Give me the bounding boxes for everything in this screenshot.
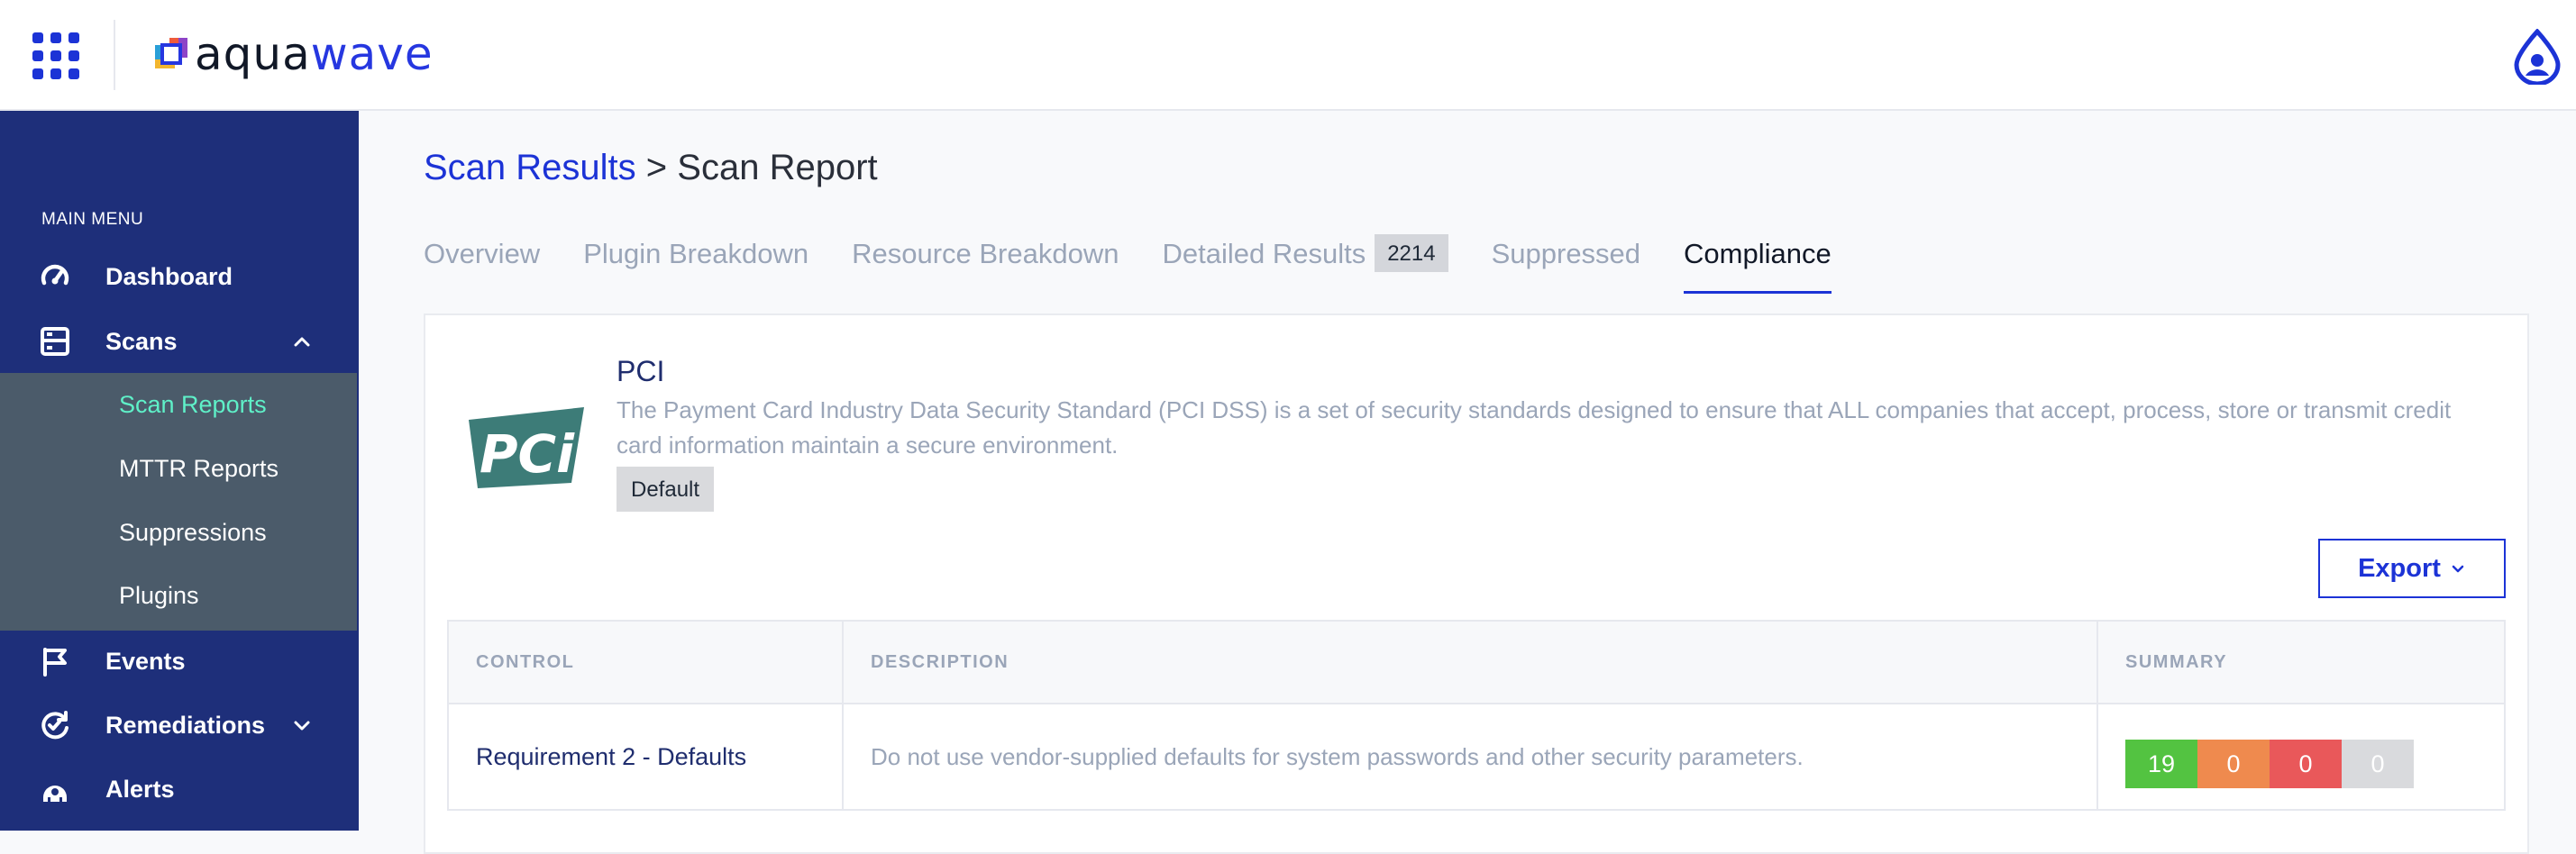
sidebar-subitem-mttr-reports[interactable]: MTTR Reports [119,455,279,483]
description-cell: Do not use vendor-supplied defaults for … [844,704,2098,809]
summary-pass-count[interactable]: 19 [2125,740,2197,788]
chevron-down-icon [2452,565,2464,573]
top-bar: aquawave [0,0,2576,111]
tab-label: Detailed Results [1162,238,1366,269]
main-menu-heading: MAIN MENU [41,210,144,229]
alert-icon [43,786,67,802]
standard-title: PCI [617,355,665,387]
summary-cell: 19 0 0 0 [2098,704,2504,809]
sidebar-item-label: Events [105,647,186,675]
svg-text:PCi: PCi [480,423,575,485]
summary-warn-count[interactable]: 0 [2197,740,2270,788]
chevron-down-icon[interactable] [290,713,314,737]
column-header-summary[interactable]: SUMMARY [2098,622,2504,703]
brand-wordmark: aquawave [195,28,434,80]
tab-plugin-breakdown[interactable]: Plugin Breakdown [583,231,808,294]
table-row[interactable]: Requirement 2 - Defaults Do not use vend… [449,704,2504,809]
sidebar-item-label: Scans [105,327,178,355]
sidebar-subitem-scan-reports[interactable]: Scan Reports [119,391,267,419]
sidebar-item-scans[interactable]: Scans [0,313,359,370]
pci-logo: PCi [469,407,584,488]
flag-icon [43,648,67,677]
tab-resource-breakdown[interactable]: Resource Breakdown [852,231,1119,294]
sidebar-item-dashboard[interactable]: Dashboard [0,248,359,305]
summary-unknown-count[interactable]: 0 [2342,740,2414,788]
gauge-icon [41,264,69,286]
aquawave-mark-icon [155,38,187,68]
control-cell: Requirement 2 - Defaults [449,704,844,809]
standard-description: The Payment Card Industry Data Security … [617,396,2452,459]
report-tabs: Overview Plugin Breakdown Resource Break… [424,231,1875,294]
default-badge: Default [617,467,715,512]
sidebar-subitem-plugins[interactable]: Plugins [119,582,199,610]
summary-bar: 19 0 0 0 [2125,740,2414,788]
breadcrumb: Scan Results > Scan Report [424,146,878,189]
sidebar-item-events[interactable]: Events [0,632,359,690]
scans-icon [41,327,69,356]
page-title: Scan Report [677,148,878,187]
column-header-control[interactable]: CONTROL [449,622,844,703]
brand-logo[interactable]: aquawave [150,27,434,81]
table-header: CONTROL DESCRIPTION SUMMARY [449,622,2504,704]
scans-submenu: Scan Reports MTTR Reports Suppressions P… [0,373,357,631]
sidebar-item-label: Dashboard [105,262,233,290]
export-label: Export [2358,553,2441,583]
sidebar-subitem-suppressions[interactable]: Suppressions [119,519,267,547]
breadcrumb-link-scan-results[interactable]: Scan Results [424,148,636,187]
chevron-up-icon[interactable] [290,330,314,353]
compliance-table: CONTROL DESCRIPTION SUMMARY Requirement … [447,620,2506,811]
detailed-results-count-badge: 2214 [1375,234,1448,272]
sidebar-item-label: Alerts [105,775,175,803]
sidebar-item-label: Remediations [105,711,266,739]
remediation-icon [41,711,69,740]
tab-detailed-results[interactable]: Detailed Results 2214 [1162,231,1448,294]
sidebar-item-remediations[interactable]: Remediations [0,696,359,754]
tab-overview[interactable]: Overview [424,231,540,294]
sidebar: MAIN MENU Dashboard Scans Scan Reports M… [0,111,359,831]
topbar-divider [114,20,115,90]
apps-grid-icon[interactable] [32,32,79,79]
sidebar-item-alerts[interactable]: Alerts [0,760,359,818]
tab-compliance[interactable]: Compliance [1684,231,1832,294]
breadcrumb-separator: > [645,148,668,187]
column-header-description[interactable]: DESCRIPTION [844,622,2098,703]
user-drop-icon[interactable] [2511,29,2563,85]
summary-fail-count[interactable]: 0 [2270,740,2342,788]
tab-suppressed[interactable]: Suppressed [1492,231,1640,294]
export-button[interactable]: Export [2318,539,2506,598]
